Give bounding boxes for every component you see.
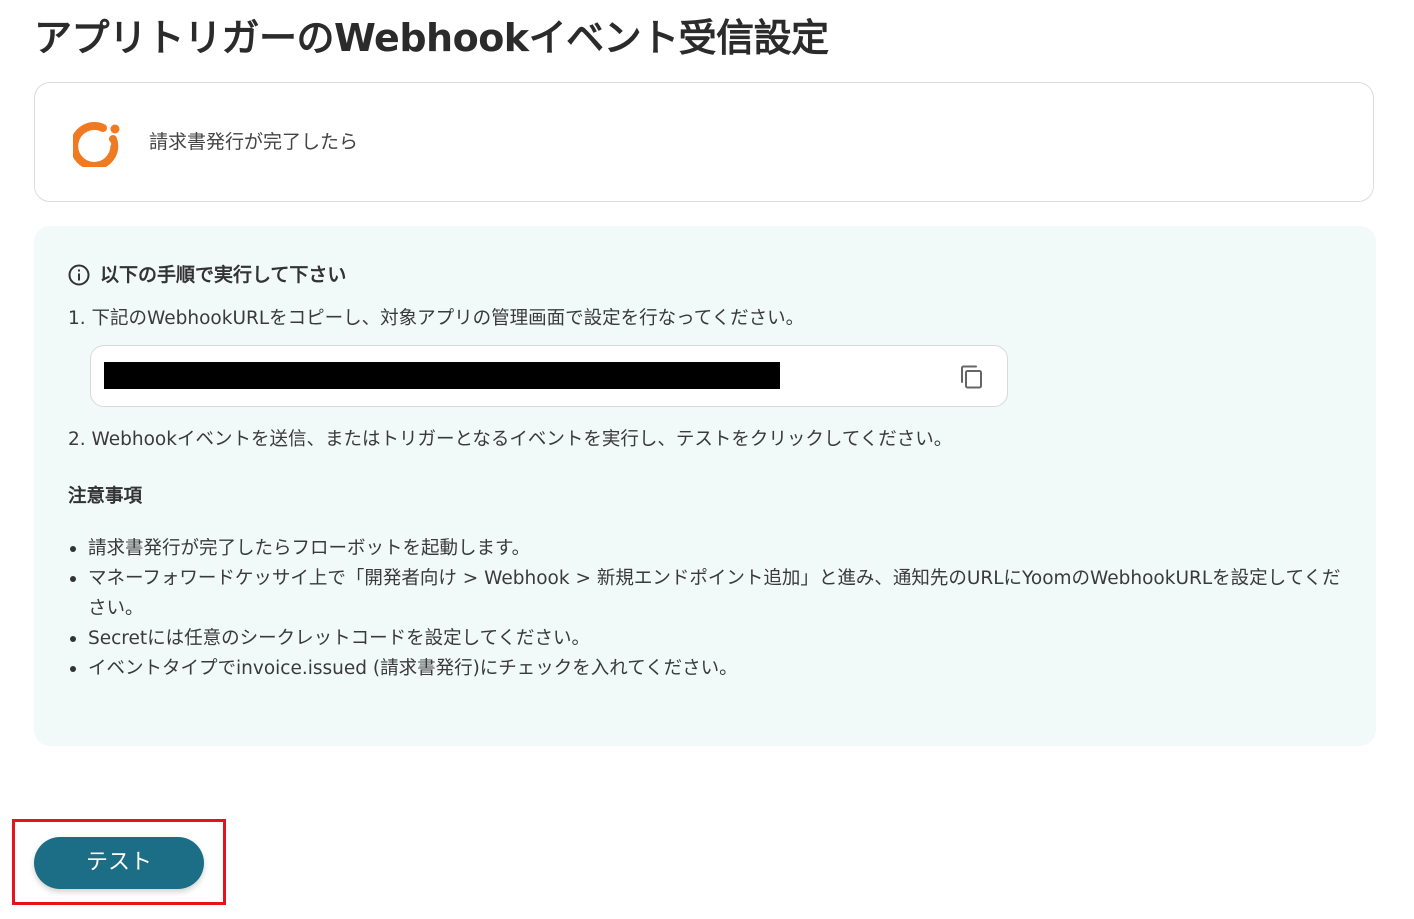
note-item: イベントタイプでinvoice.issued (請求書発行)にチェックを入れてく…: [68, 654, 1358, 684]
trigger-name: 請求書発行が完了したら: [149, 131, 359, 153]
info-icon: [68, 264, 90, 286]
instructions-heading: 以下の手順で実行して下さい: [68, 262, 346, 288]
webhook-url-value[interactable]: [104, 362, 780, 389]
webhook-url-field[interactable]: [90, 345, 1008, 407]
trigger-card: 請求書発行が完了したら: [34, 82, 1374, 202]
moneyforward-logo-icon: [70, 121, 123, 170]
note-item: 請求書発行が完了したらフローボットを起動します。: [68, 534, 1358, 564]
note-item: マネーフォワードケッサイ上で「開発者向け > Webhook > 新規エンドポイ…: [68, 564, 1358, 624]
instructions-heading-text: 以下の手順で実行して下さい: [100, 264, 347, 286]
instructions-panel: 以下の手順で実行して下さい 1. 下記のWebhookURLをコピーし、対象アプ…: [34, 226, 1376, 746]
test-button[interactable]: テスト: [34, 837, 204, 889]
step-1-text: 1. 下記のWebhookURLをコピーし、対象アプリの管理画面で設定を行なって…: [68, 308, 805, 329]
copy-icon[interactable]: [957, 363, 985, 391]
step-2-text: 2. Webhookイベントを送信、またはトリガーとなるイベントを実行し、テスト…: [68, 429, 953, 450]
note-item: Secretには任意のシークレットコードを設定してください。: [68, 624, 1358, 654]
notes-list: 請求書発行が完了したらフローボットを起動します。 マネーフォワードケッサイ上で「…: [68, 534, 1358, 684]
page-title: アプリトリガーのWebhookイベント受信設定: [34, 16, 829, 60]
notes-heading: 注意事項: [68, 486, 143, 507]
